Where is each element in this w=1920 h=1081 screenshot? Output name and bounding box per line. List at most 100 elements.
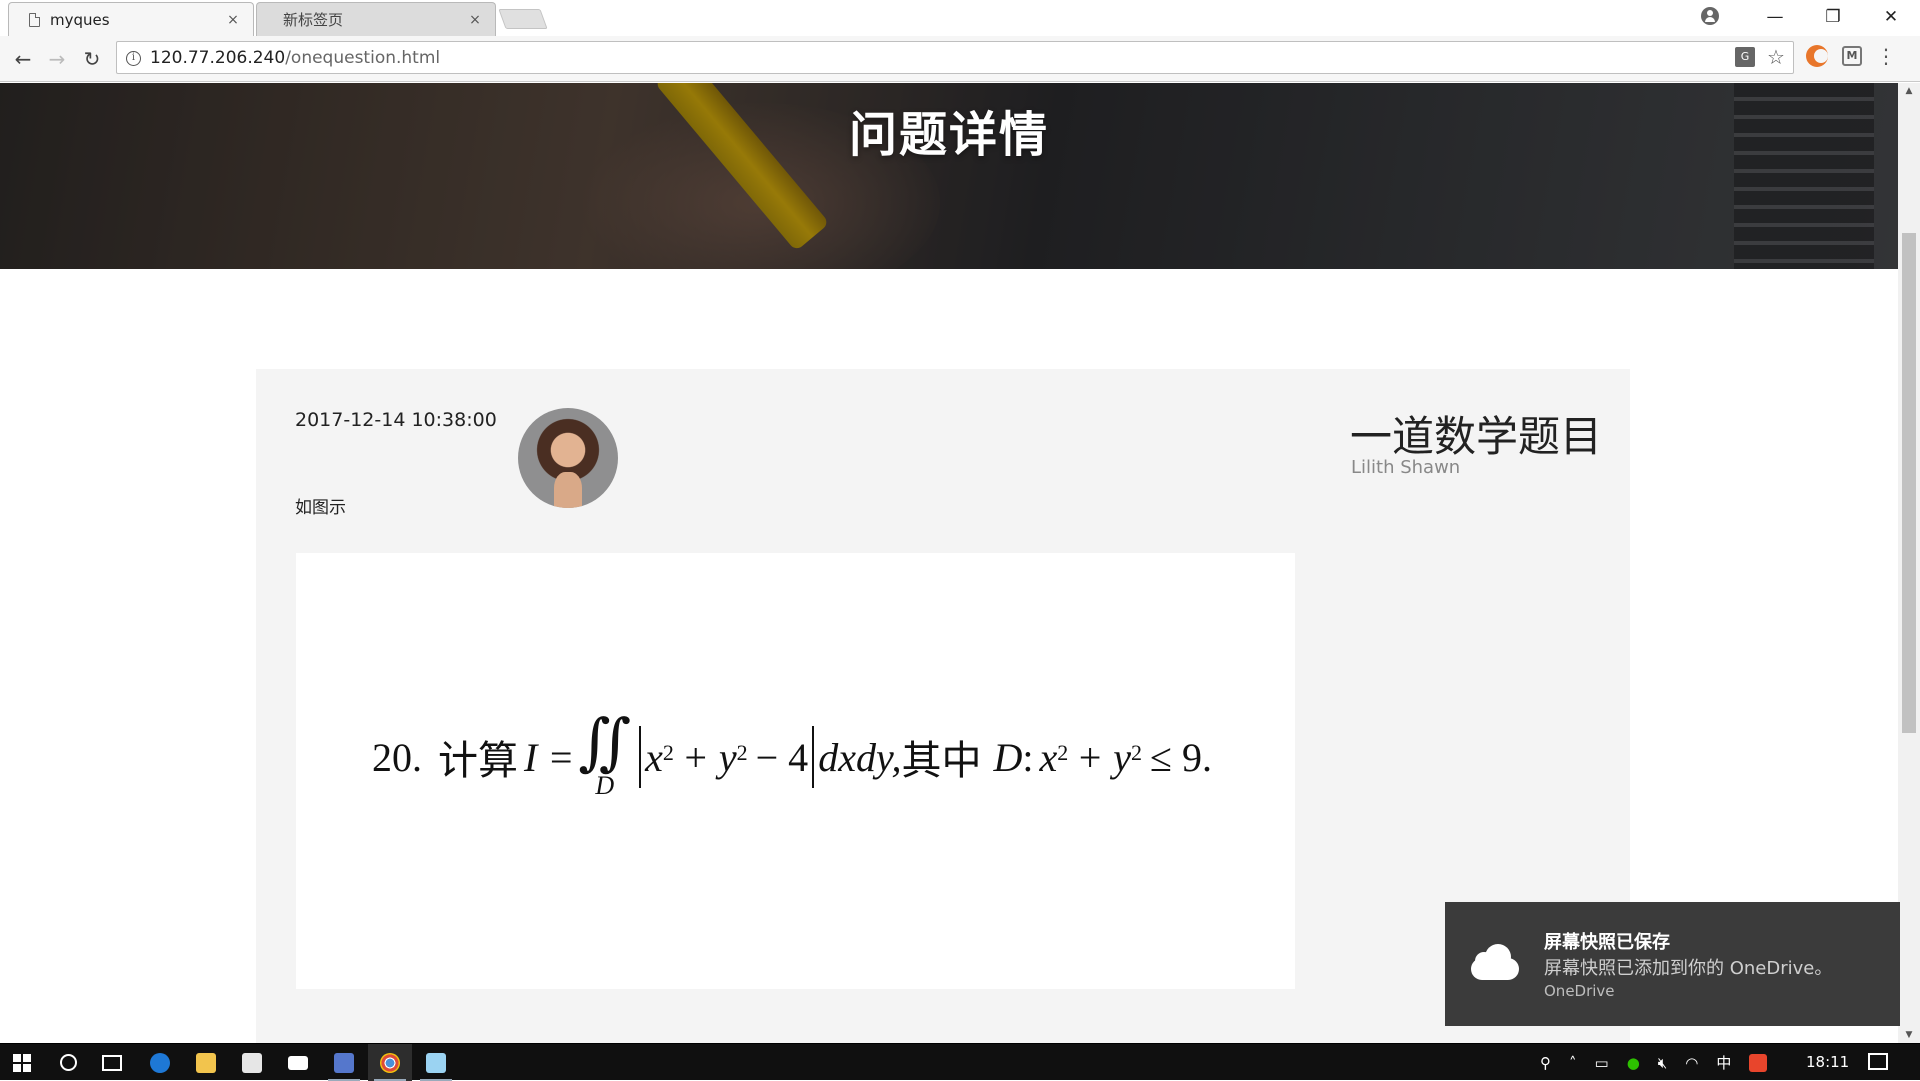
tab-label: 新标签页 bbox=[283, 11, 344, 29]
people-icon[interactable]: ⚲ bbox=[1540, 1054, 1551, 1072]
ime-indicator[interactable]: 中 bbox=[1716, 1052, 1731, 1073]
notification-title: 屏幕快照已保存 bbox=[1544, 932, 1670, 953]
term-const: − 4 bbox=[755, 734, 809, 780]
exponent: 2 bbox=[1131, 740, 1143, 765]
chevron-up-icon[interactable]: ˄ bbox=[1569, 1054, 1577, 1072]
back-button[interactable]: ← bbox=[10, 46, 36, 72]
double-integral: ∬ D bbox=[578, 709, 632, 801]
reload-button[interactable]: ↻ bbox=[79, 46, 105, 72]
taskbar-file-explorer[interactable] bbox=[184, 1044, 228, 1081]
math-formula: 20. 计算 I = ∬ D x2 + y2 − 4 dxdy, 其中 D : … bbox=[372, 709, 1212, 801]
new-tab-button[interactable] bbox=[498, 9, 548, 29]
post-timestamp: 2017-12-14 10:38:00 bbox=[295, 409, 497, 431]
address-bar[interactable]: i 120.77.206.240/onequestion.html G ☆ bbox=[116, 41, 1794, 74]
formula-lhs: I = bbox=[524, 734, 575, 780]
scroll-up-arrow-icon[interactable]: ▲ bbox=[1898, 83, 1920, 99]
cortana-search-button[interactable] bbox=[48, 1044, 88, 1081]
profile-icon[interactable] bbox=[1701, 7, 1719, 25]
integral-domain: D bbox=[595, 771, 615, 800]
extension-moon-icon[interactable] bbox=[1806, 45, 1828, 67]
browser-tab-strip: myques × 新标签页 × — ❐ ✕ bbox=[0, 0, 1920, 36]
taskbar-chrome[interactable] bbox=[368, 1044, 412, 1081]
question-author[interactable]: Lilith Shawn bbox=[1351, 457, 1460, 478]
term-y: + y bbox=[681, 734, 737, 780]
exponent: 2 bbox=[662, 740, 674, 765]
sogou-icon[interactable] bbox=[1749, 1053, 1768, 1072]
taskbar-notepad[interactable] bbox=[414, 1044, 458, 1081]
remote-desktop-icon bbox=[334, 1052, 354, 1073]
restore-button[interactable]: ❐ bbox=[1804, 7, 1862, 27]
action-center-icon[interactable] bbox=[1868, 1053, 1888, 1070]
url-host: 120.77.206.240 bbox=[150, 48, 286, 68]
edge-icon bbox=[150, 1052, 170, 1073]
volume-muted-icon[interactable]: 🔇︎ bbox=[1658, 1054, 1667, 1072]
tab-close-button[interactable]: × bbox=[225, 12, 241, 28]
task-view-icon bbox=[102, 1054, 122, 1071]
notification-source: OneDrive bbox=[1544, 982, 1615, 1000]
forward-button[interactable]: → bbox=[44, 46, 70, 72]
window-controls: — ❐ ✕ bbox=[1746, 0, 1920, 34]
exponent: 2 bbox=[1057, 740, 1069, 765]
abs-bar-right bbox=[812, 726, 815, 788]
formula-colon: : bbox=[1022, 734, 1034, 780]
cortana-icon bbox=[59, 1054, 77, 1071]
cond-x: x bbox=[1039, 734, 1058, 780]
domain-var: D bbox=[993, 734, 1023, 780]
extension-m-icon[interactable]: M bbox=[1842, 46, 1862, 66]
tab-new-tab[interactable]: 新标签页 × bbox=[256, 2, 496, 36]
scroll-thumb[interactable] bbox=[1902, 233, 1916, 733]
system-tray: ⚲ ˄ ▭ ● 🔇︎ ◠ 中 bbox=[1540, 1044, 1768, 1081]
page-title: 问题详情 bbox=[848, 107, 1049, 163]
chrome-icon bbox=[380, 1052, 400, 1073]
windows-taskbar: ⚲ ˄ ▭ ● 🔇︎ ◠ 中 18:11 bbox=[0, 1043, 1920, 1081]
onedrive-notification[interactable]: 屏幕快照已保存 屏幕快照已添加到你的 OneDrive。 OneDrive bbox=[1445, 902, 1900, 1026]
taskbar-edge[interactable] bbox=[138, 1044, 182, 1081]
start-button[interactable] bbox=[0, 1044, 44, 1081]
url-text[interactable]: 120.77.206.240/onequestion.html bbox=[150, 48, 440, 68]
wechat-icon[interactable]: ● bbox=[1627, 1054, 1640, 1072]
hero-banner: 问题详情 bbox=[0, 83, 1898, 269]
store-bag-icon bbox=[242, 1052, 262, 1073]
info-icon[interactable]: i bbox=[126, 51, 141, 66]
question-title: 一道数学题目 bbox=[1350, 412, 1603, 461]
minimize-button[interactable]: — bbox=[1746, 7, 1804, 27]
formula-where: 其中 bbox=[901, 738, 982, 783]
translate-icon[interactable]: G bbox=[1735, 47, 1755, 67]
cond-tail: ≤ 9. bbox=[1150, 734, 1212, 780]
cond-y: + y bbox=[1076, 734, 1132, 780]
task-view-button[interactable] bbox=[92, 1044, 132, 1081]
scroll-down-arrow-icon[interactable]: ▼ bbox=[1898, 1027, 1920, 1043]
close-window-button[interactable]: ✕ bbox=[1862, 7, 1920, 27]
exponent: 2 bbox=[736, 740, 748, 765]
battery-icon[interactable]: ▭ bbox=[1595, 1054, 1609, 1072]
page-viewport: 问题详情 2017-12-14 10:38:00 如图示 一道数学题目 Lili… bbox=[0, 83, 1898, 1043]
question-description: 如图示 bbox=[295, 498, 346, 518]
mail-icon bbox=[288, 1055, 308, 1070]
question-image: 20. 计算 I = ∬ D x2 + y2 − 4 dxdy, 其中 D : … bbox=[296, 553, 1295, 989]
tab-close-button[interactable]: × bbox=[467, 12, 483, 28]
avatar[interactable] bbox=[518, 408, 618, 508]
taskbar-clock[interactable]: 18:11 bbox=[1806, 1053, 1849, 1071]
term-x: x bbox=[645, 734, 663, 780]
page-icon bbox=[29, 12, 40, 27]
question-card: 2017-12-14 10:38:00 如图示 一道数学题目 Lilith Sh… bbox=[256, 369, 1630, 1043]
tab-myques[interactable]: myques × bbox=[8, 2, 254, 36]
notepad-icon bbox=[426, 1052, 446, 1073]
wifi-icon[interactable]: ◠ bbox=[1685, 1054, 1698, 1072]
bookmark-star-icon[interactable]: ☆ bbox=[1767, 47, 1787, 67]
problem-number: 20. bbox=[372, 734, 422, 780]
taskbar-mail[interactable] bbox=[276, 1044, 320, 1081]
url-path: /onequestion.html bbox=[285, 48, 441, 68]
notification-message: 屏幕快照已添加到你的 OneDrive。 bbox=[1544, 958, 1833, 979]
taskbar-store[interactable] bbox=[230, 1044, 274, 1081]
formula-prefix: 计算 bbox=[438, 738, 518, 783]
integral-symbol: ∬ bbox=[578, 709, 632, 777]
windows-logo-icon bbox=[13, 1053, 31, 1072]
cloud-icon bbox=[1467, 944, 1523, 980]
browser-toolbar: ← → ↻ i 120.77.206.240/onequestion.html … bbox=[0, 36, 1920, 82]
folder-icon bbox=[196, 1052, 216, 1073]
differential: dxdy, bbox=[818, 734, 902, 780]
menu-kebab-icon[interactable]: ⋮ bbox=[1876, 46, 1896, 66]
taskbar-remote-app[interactable] bbox=[322, 1044, 366, 1081]
page-scrollbar[interactable]: ▲ ▼ bbox=[1898, 83, 1920, 1043]
